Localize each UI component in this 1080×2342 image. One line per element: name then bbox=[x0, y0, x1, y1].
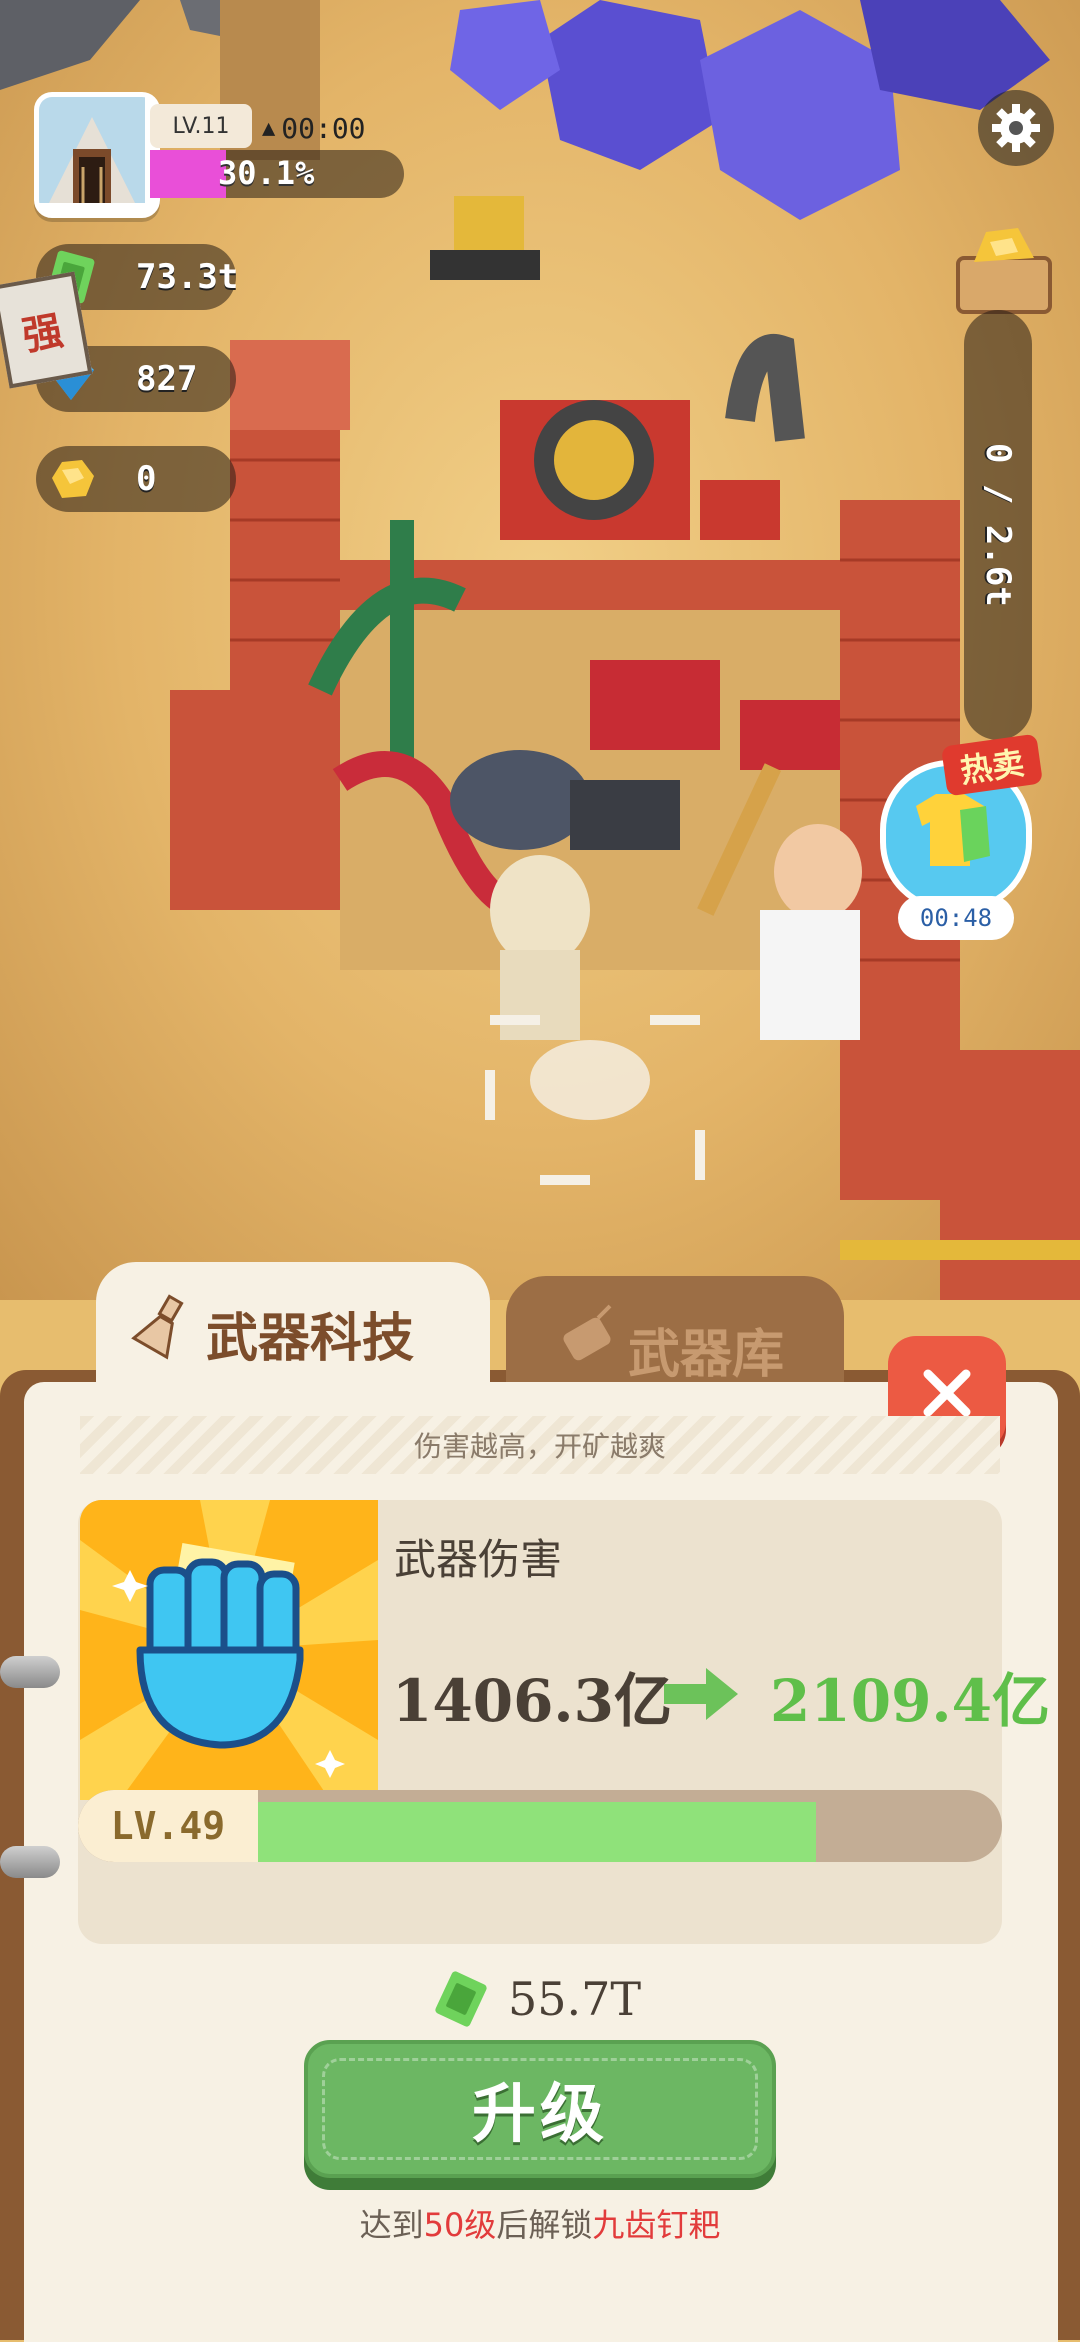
tab-weapon-storage-label: 武器库 bbox=[628, 1325, 785, 1385]
diamond-value: 827 bbox=[136, 359, 198, 399]
mountain-icon: ▲ bbox=[262, 115, 276, 141]
player-avatar[interactable] bbox=[34, 92, 160, 218]
gold-counter[interactable]: 0 bbox=[36, 446, 236, 512]
mine-progress-text: 30.1% bbox=[218, 154, 315, 192]
cash-icon bbox=[435, 1971, 487, 2027]
unlock-prefix: 达到 bbox=[359, 2206, 424, 2244]
upgrade-cost: 55.7T bbox=[430, 1964, 641, 2034]
mine-timer: ▲ 00:00 bbox=[262, 108, 366, 148]
player-level: LV.11 bbox=[150, 104, 252, 148]
hot-sale-timer: 00:48 bbox=[898, 896, 1014, 940]
mine-progress-fill bbox=[150, 150, 227, 198]
hint-text: 伤害越高，开矿越爽 bbox=[80, 1416, 1000, 1474]
weapon-level-bar: LV.49 bbox=[78, 1790, 1002, 1862]
dynamite-icon bbox=[563, 1304, 612, 1361]
close-icon bbox=[923, 1369, 971, 1417]
unlock-item: 九齿钉耙 bbox=[592, 2206, 721, 2244]
tab-weapon-tech-label: 武器科技 bbox=[206, 1309, 415, 1369]
weapon-image bbox=[80, 1500, 378, 1800]
mine-entrance-icon bbox=[39, 97, 145, 203]
binder-ring bbox=[0, 1656, 60, 1688]
unlock-level: 50级 bbox=[423, 2206, 497, 2244]
next-damage: 2109.4亿 bbox=[770, 1667, 1050, 1735]
unlock-hint: 达到50级后解锁九齿钉耙 bbox=[0, 2200, 1080, 2246]
weapon-level-fill bbox=[258, 1802, 816, 1862]
storage-capacity-text: 0 / 2.6t bbox=[978, 443, 1018, 607]
gold-value: 0 bbox=[136, 459, 157, 499]
weapon-level-label: LV.49 bbox=[78, 1790, 258, 1862]
gold-storage-icon[interactable] bbox=[952, 218, 1056, 314]
upgrade-button[interactable]: 升级 bbox=[304, 2040, 776, 2178]
flask-icon bbox=[131, 1294, 184, 1360]
gold-nugget-icon bbox=[52, 460, 94, 498]
binder-ring bbox=[0, 1846, 60, 1878]
fist-icon bbox=[80, 1500, 378, 1800]
storage-capacity: 0 / 2.6t bbox=[964, 310, 1032, 740]
weapon-stat-name: 武器伤害 bbox=[394, 1535, 563, 1584]
settings-button[interactable] bbox=[978, 90, 1054, 166]
current-damage: 1406.3亿 bbox=[392, 1667, 672, 1735]
arrow-right-icon bbox=[664, 1668, 738, 1720]
upgrade-button-label: 升级 bbox=[472, 2078, 608, 2152]
mine-progress-bar: 30.1% bbox=[150, 150, 404, 198]
cash-value: 73.3t bbox=[136, 257, 239, 297]
game-scene[interactable]: LV.11 ▲ 00:00 30.1% 73.3t 827 0 强 0 / 2.… bbox=[0, 0, 1080, 1300]
gold-box-icon bbox=[956, 228, 1052, 314]
mine-timer-text: 00:00 bbox=[281, 111, 366, 145]
upgrade-cost-value: 55.7T bbox=[508, 1972, 642, 2026]
unlock-middle: 后解锁 bbox=[496, 2206, 593, 2244]
gear-icon bbox=[992, 104, 1040, 152]
